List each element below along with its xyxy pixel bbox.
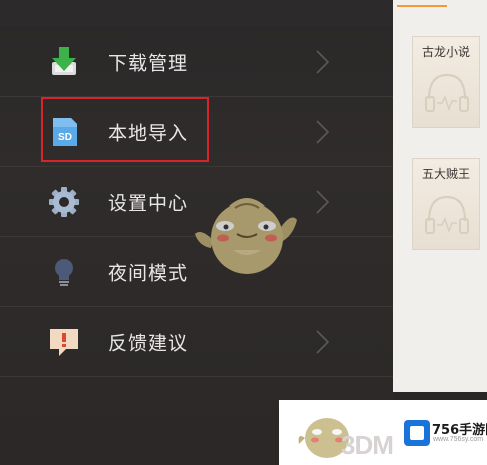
- menu-item-feedback[interactable]: 反馈建议: [0, 307, 393, 377]
- svg-text:SD: SD: [58, 132, 72, 143]
- sd-card-icon: SD: [47, 115, 81, 149]
- site-logo-icon: [404, 420, 430, 446]
- watermark-brand: 3DM: [341, 430, 394, 460]
- menu-item-label: 本地导入: [108, 122, 189, 144]
- chevron-right-icon: [313, 49, 331, 75]
- menu-item-local-import[interactable]: SD 本地导入: [0, 97, 393, 167]
- headphone-icon: [425, 195, 469, 234]
- site-url: www.756sy.com: [433, 436, 484, 443]
- chevron-right-icon: [313, 119, 331, 145]
- lightbulb-icon: [47, 255, 81, 289]
- menu-item-label: 设置中心: [108, 192, 189, 214]
- menu-item-download-manager[interactable]: 下载管理: [0, 27, 393, 97]
- menu-item-label: 反馈建议: [108, 332, 189, 354]
- menu-item-label: 下载管理: [108, 52, 189, 74]
- gear-icon: [47, 185, 81, 219]
- bookshelf-panel: 古龙小说 五大贼王: [393, 0, 487, 465]
- chevron-right-icon: [313, 189, 331, 215]
- headphone-icon: [425, 73, 469, 112]
- book-title: 古龙小说: [421, 45, 470, 59]
- site-logo: 756手游网 www.756sy.com: [404, 419, 487, 449]
- active-tab-indicator: [397, 5, 447, 7]
- book-cover[interactable]: 五大贼王: [412, 158, 480, 250]
- feedback-icon: [47, 325, 81, 359]
- chevron-right-icon: [313, 329, 331, 355]
- download-icon: [47, 45, 81, 79]
- site-watermark: 3DM 756手游网 www.756sy.com: [279, 400, 487, 465]
- menu-item-label: 夜间模式: [108, 262, 189, 284]
- side-menu-panel: 下载管理 SD 本地导入 设置中心 夜间模式 反馈建议: [0, 0, 393, 465]
- mascot-watermark-image: [193, 190, 299, 280]
- menu-top-strip: [0, 0, 393, 26]
- book-title: 五大贼王: [421, 167, 470, 181]
- book-cover[interactable]: 古龙小说: [412, 36, 480, 128]
